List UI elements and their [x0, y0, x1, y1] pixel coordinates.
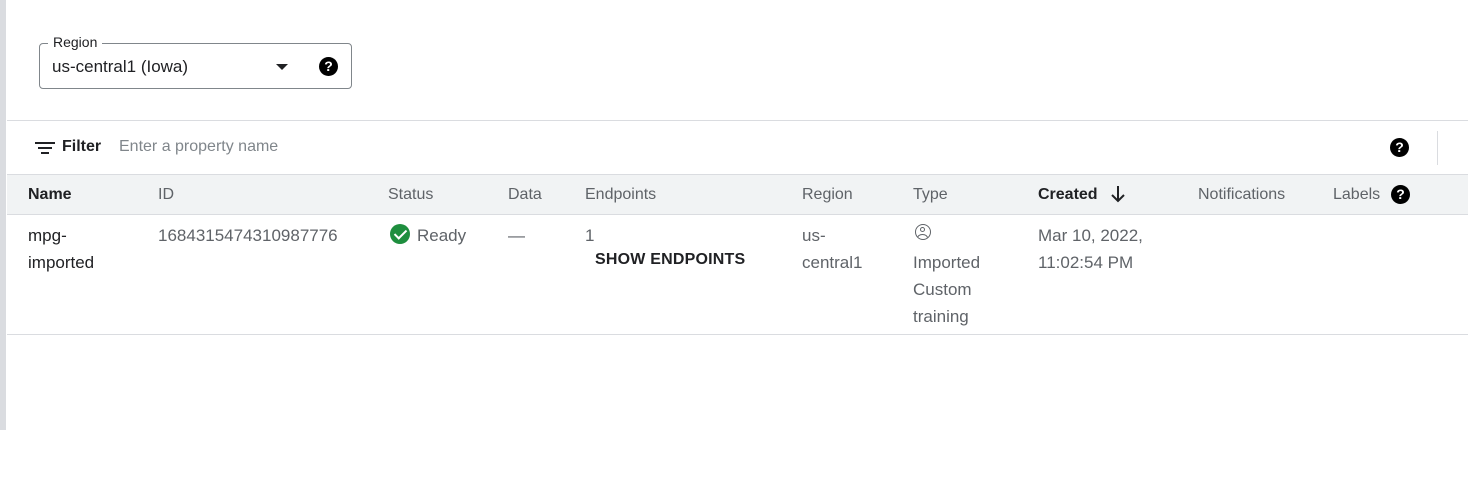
filter-input[interactable] — [115, 133, 823, 161]
left-rail — [0, 0, 6, 430]
account-circle-icon — [915, 224, 931, 240]
filter-label[interactable]: Filter — [62, 137, 101, 157]
region-cell: us- central1 — [802, 222, 862, 276]
endpoints-count: 1 — [585, 226, 595, 245]
column-header-notifications[interactable]: Notifications — [1198, 186, 1285, 204]
created-cell: Mar 10, 2022, 11:02:54 PM — [1038, 222, 1143, 276]
column-header-status[interactable]: Status — [388, 186, 433, 204]
model-name-link[interactable]: mpg- imported — [28, 222, 94, 276]
arrow-down-icon[interactable] — [1110, 184, 1126, 204]
help-icon[interactable]: ? — [319, 57, 338, 76]
type-line: training — [913, 307, 969, 326]
filter-bar: Filter ? — [7, 121, 1468, 174]
column-header-created[interactable]: Created — [1038, 186, 1098, 204]
column-header-data[interactable]: Data — [508, 186, 542, 204]
column-header-name[interactable]: Name — [28, 186, 72, 204]
column-header-type[interactable]: Type — [913, 186, 948, 204]
region-select[interactable]: Region us-central1 (Iowa) ? — [39, 33, 352, 89]
table-header: Name ID Status Data Endpoints Region Typ… — [7, 175, 1468, 214]
created-line: 11:02:54 PM — [1038, 253, 1134, 272]
divider — [1437, 131, 1438, 165]
type-line: Custom — [913, 280, 972, 299]
help-icon[interactable]: ? — [1390, 138, 1409, 157]
table-row[interactable]: mpg- imported 1684315474310987776 Ready … — [7, 215, 1468, 334]
data-value: — — [508, 226, 525, 245]
region-label: Region — [48, 33, 103, 51]
region-value: us-central1 (Iowa) — [52, 57, 189, 76]
column-header-id[interactable]: ID — [158, 186, 174, 204]
status-text: Ready — [417, 226, 467, 245]
help-icon[interactable]: ? — [1391, 185, 1410, 204]
model-name-line: imported — [28, 253, 95, 272]
type-cell: Imported Custom training — [913, 249, 980, 330]
show-endpoints-button[interactable]: SHOW ENDPOINTS — [595, 249, 745, 271]
created-line: Mar 10, 2022, — [1038, 226, 1143, 245]
model-name-line: mpg- — [28, 226, 67, 245]
column-header-endpoints[interactable]: Endpoints — [585, 186, 656, 204]
type-line: Imported — [913, 253, 981, 272]
caret-down-icon[interactable] — [276, 64, 288, 70]
column-header-region[interactable]: Region — [802, 186, 853, 204]
column-header-labels[interactable]: Labels — [1333, 186, 1380, 204]
divider — [7, 334, 1468, 335]
filter-list-icon[interactable] — [35, 141, 55, 155]
region-line: us- — [802, 226, 826, 245]
model-id: 1684315474310987776 — [158, 226, 338, 245]
check-circle-icon — [390, 224, 410, 244]
region-line: central1 — [802, 253, 863, 272]
